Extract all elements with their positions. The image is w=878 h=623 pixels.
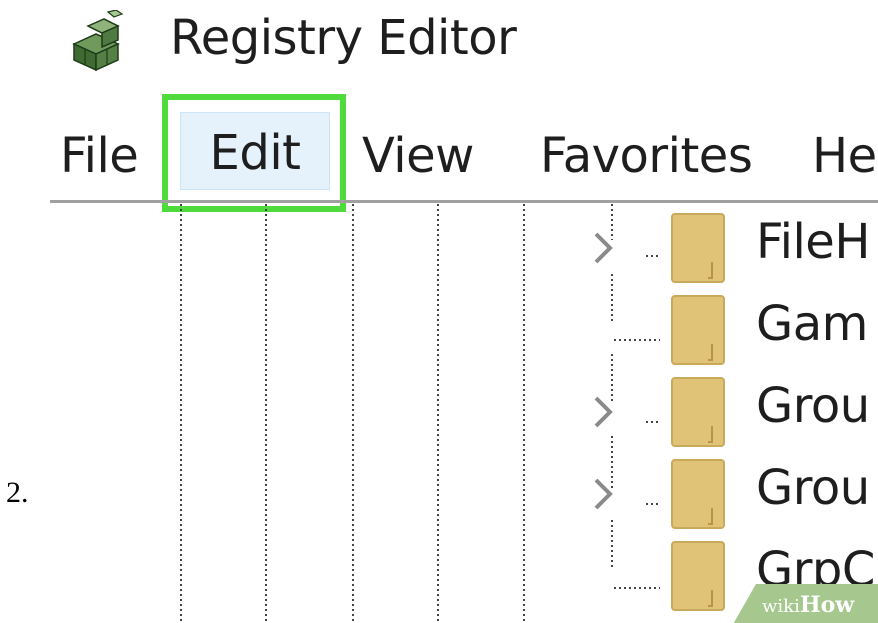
chevron-right-icon[interactable] xyxy=(592,392,616,432)
folder-icon xyxy=(671,295,725,365)
window-title: Registry Editor xyxy=(170,10,517,66)
chevron-right-icon[interactable] xyxy=(592,474,616,514)
registry-editor-icon xyxy=(72,10,124,72)
watermark-suffix: How xyxy=(799,592,855,618)
menu-favorites[interactable]: Favorites xyxy=(540,122,753,190)
tree-node-label[interactable]: FileH xyxy=(756,214,870,270)
tree-node[interactable]: FileH xyxy=(50,208,878,290)
folder-icon xyxy=(671,213,725,283)
registry-editor-screenshot: Registry Editor File Edit View Favorites… xyxy=(50,0,878,623)
menu-help[interactable]: He xyxy=(812,122,877,190)
edit-highlight-box xyxy=(162,94,346,212)
folder-icon xyxy=(671,377,725,447)
tree-node-label[interactable]: Gam xyxy=(756,296,868,352)
chevron-right-icon[interactable] xyxy=(592,228,616,268)
title-bar: Registry Editor xyxy=(50,0,878,88)
menu-separator xyxy=(50,200,878,203)
menu-file[interactable]: File xyxy=(60,122,139,190)
watermark-prefix: wiki xyxy=(762,596,800,617)
tree-node[interactable]: Grou xyxy=(50,454,878,536)
wikihow-watermark: wikiHow xyxy=(732,584,878,623)
step-number: 2. xyxy=(6,476,29,509)
tree-node-label[interactable]: Grou xyxy=(756,378,870,434)
folder-icon xyxy=(671,459,725,529)
tree-node-label[interactable]: Grou xyxy=(756,460,870,516)
menu-view[interactable]: View xyxy=(362,122,474,190)
folder-icon xyxy=(671,541,725,611)
tree-node[interactable]: Gam xyxy=(50,290,878,372)
tree-node[interactable]: Grou xyxy=(50,372,878,454)
